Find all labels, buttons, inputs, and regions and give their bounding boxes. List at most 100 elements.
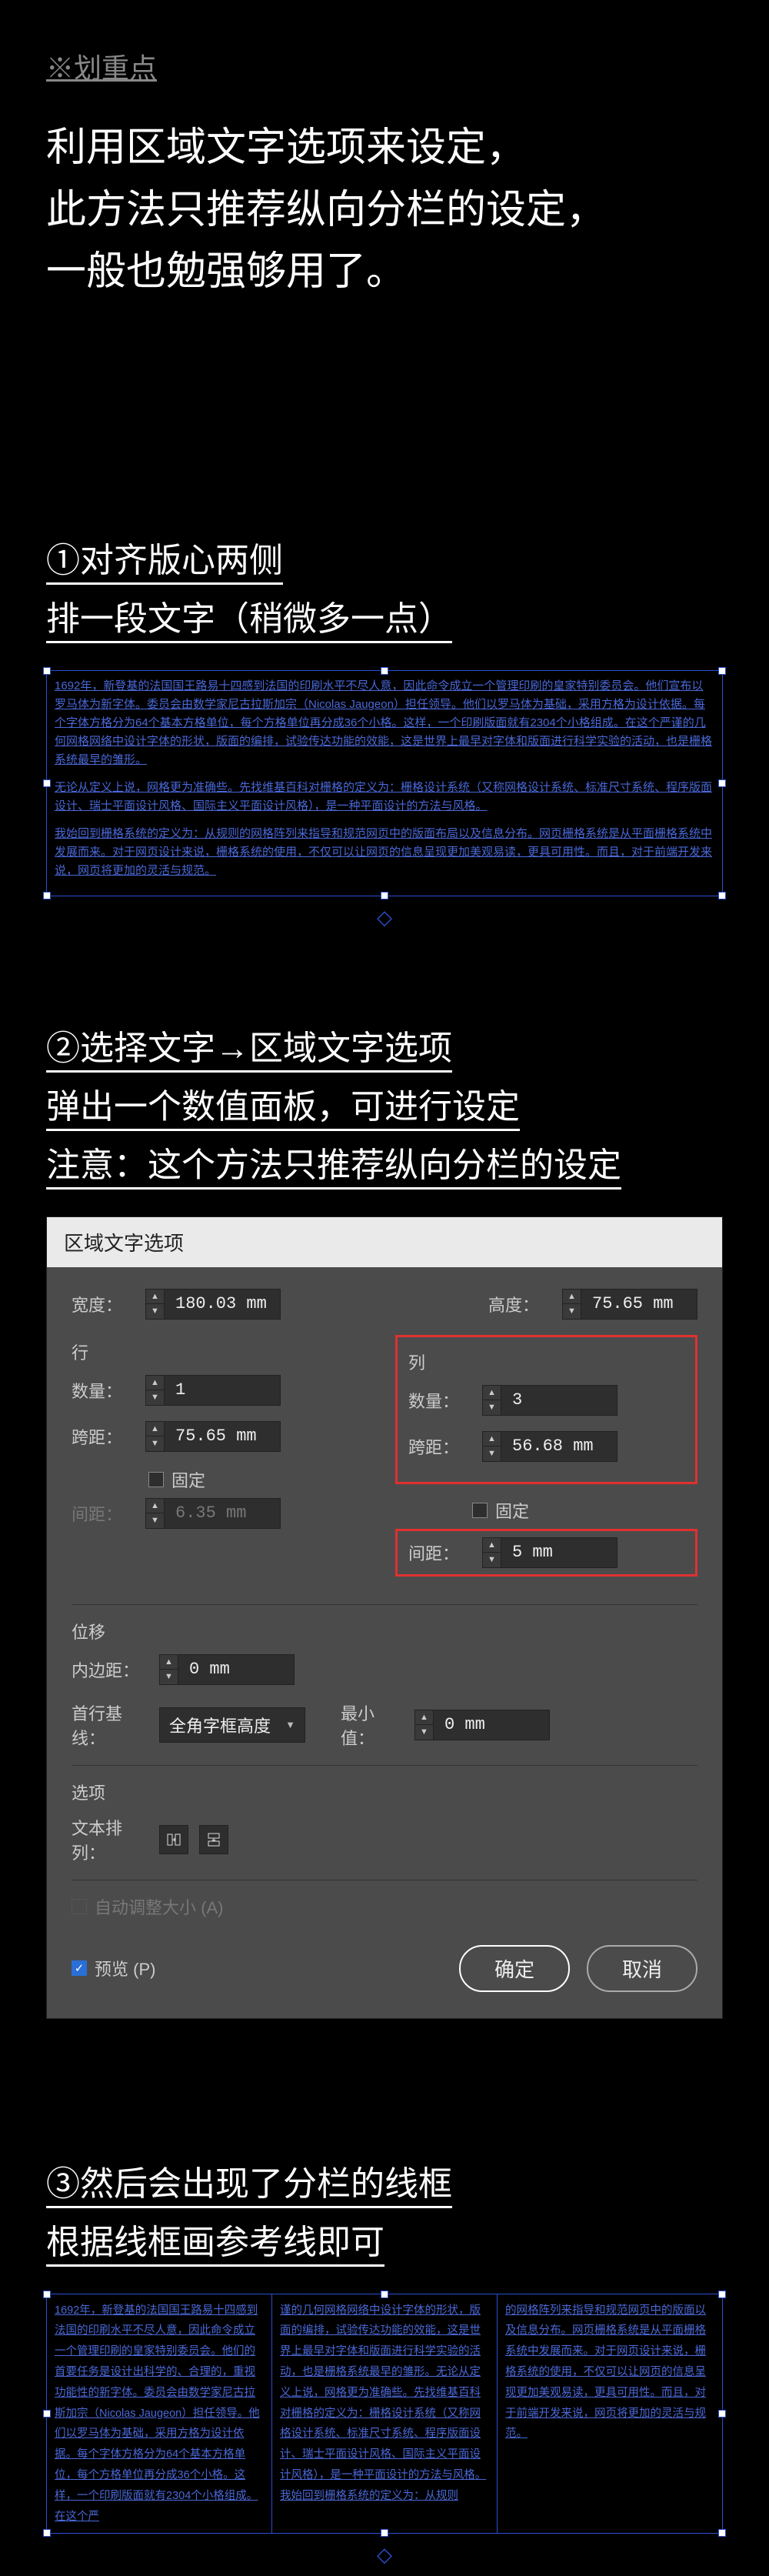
frame-handle[interactable] xyxy=(43,2291,51,2298)
width-stepper[interactable]: ▲▼ 180.03 mm xyxy=(145,1289,281,1320)
checkbox-checked-icon[interactable] xyxy=(72,1960,87,1976)
step-up-icon[interactable]: ▲ xyxy=(483,1432,501,1447)
frame-handle[interactable] xyxy=(718,779,726,787)
min-value[interactable]: 0 mm xyxy=(434,1710,549,1739)
step-up-icon[interactable]: ▲ xyxy=(483,1386,501,1401)
frame-handle[interactable] xyxy=(381,667,388,675)
step-up-icon[interactable]: ▲ xyxy=(160,1655,178,1670)
frame-handle[interactable] xyxy=(718,2410,726,2418)
frame-handle[interactable] xyxy=(43,2410,51,2418)
step-up-icon[interactable]: ▲ xyxy=(415,1710,433,1726)
height-stepper[interactable]: ▲▼ 75.65 mm xyxy=(562,1289,697,1320)
col-gap-label: 间距： xyxy=(408,1540,471,1565)
col-count-label: 数量： xyxy=(408,1388,471,1413)
fixed-label: 固定 xyxy=(171,1467,205,1492)
row-count-stepper[interactable]: ▲▼ 1 xyxy=(145,1375,281,1406)
row-span-label: 跨距： xyxy=(72,1424,135,1449)
frame-handle[interactable] xyxy=(43,667,51,675)
textflow-label: 文本排列： xyxy=(72,1815,148,1864)
step-down-icon[interactable]: ▼ xyxy=(415,1725,433,1740)
step-down-icon: ▼ xyxy=(146,1513,164,1528)
col-fixed-checkbox[interactable]: 固定 xyxy=(472,1498,697,1523)
min-label: 最小值： xyxy=(341,1700,404,1750)
step2-line1: ②选择文字→区域文字选项 xyxy=(46,1029,452,1073)
step-down-icon[interactable]: ▼ xyxy=(146,1390,164,1405)
step-up-icon: ▲ xyxy=(146,1499,164,1514)
col-span-label: 跨距： xyxy=(408,1434,471,1459)
frame-handle[interactable] xyxy=(43,2529,51,2537)
frame-handle[interactable] xyxy=(43,779,51,787)
textflow-vertical-icon xyxy=(206,1832,221,1847)
header-line3: 一般也勉强够用了。 xyxy=(46,241,723,303)
header-line2: 此方法只推荐纵向分栏的设定， xyxy=(46,179,723,242)
baseline-select[interactable]: 全角字框高度 ▼ xyxy=(159,1707,305,1743)
step-up-icon[interactable]: ▲ xyxy=(146,1376,164,1391)
row-fixed-checkbox[interactable]: 固定 xyxy=(148,1467,374,1492)
ok-button[interactable]: 确定 xyxy=(459,1945,570,1992)
frame-handle[interactable] xyxy=(381,2529,388,2537)
row-span-stepper[interactable]: ▲▼ 75.65 mm xyxy=(145,1421,281,1452)
inset-value[interactable]: 0 mm xyxy=(178,1655,294,1683)
col-gap-value[interactable]: 5 mm xyxy=(501,1538,617,1567)
step2-line3: 注意：这个方法只推荐纵向分栏的设定 xyxy=(46,1146,621,1190)
sample-paragraph: 1692年，新登基的法国国王路易十四感到法国的印刷水平不尽人意，因此命令成立一个… xyxy=(55,677,714,769)
step-up-icon[interactable]: ▲ xyxy=(563,1290,581,1305)
dialog-titlebar[interactable]: 区域文字选项 xyxy=(47,1217,722,1267)
step-down-icon[interactable]: ▼ xyxy=(160,1670,178,1684)
inset-stepper[interactable]: ▲▼ 0 mm xyxy=(159,1654,295,1685)
preview-label: 预览 (P) xyxy=(95,1956,155,1980)
autosize-label: 自动调整大小 (A) xyxy=(95,1894,223,1919)
sample-paragraph: 我始回到栅格系统的定义为：从规则的网格阵列来指导和规范网页中的版面布局以及信息分… xyxy=(55,825,714,880)
page: ※划重点 利用区域文字选项来设定， 此方法只推荐纵向分栏的设定， 一般也勉强够用… xyxy=(0,0,769,2567)
text-frame-three-columns[interactable]: 1692年，新登基的法国国王路易十四感到法国的印刷水平不尽人意，因此命令成立一个… xyxy=(46,2294,723,2534)
row-gap-value: 6.35 mm xyxy=(165,1499,280,1527)
col-span-stepper[interactable]: ▲▼ 56.68 mm xyxy=(482,1431,618,1462)
height-value[interactable]: 75.65 mm xyxy=(581,1290,697,1318)
step-down-icon[interactable]: ▼ xyxy=(563,1304,581,1319)
cols-section-label: 列 xyxy=(408,1350,684,1374)
width-value[interactable]: 180.03 mm xyxy=(165,1290,280,1318)
frame-handle[interactable] xyxy=(381,2291,388,2298)
frame-handle[interactable] xyxy=(718,667,726,675)
step-down-icon[interactable]: ▼ xyxy=(483,1553,501,1567)
checkbox-icon[interactable] xyxy=(72,1899,87,1914)
textflow-horizontal-button[interactable] xyxy=(159,1825,188,1854)
step-down-icon[interactable]: ▼ xyxy=(483,1400,501,1415)
baseline-value: 全角字框高度 xyxy=(169,1713,271,1737)
checkbox-icon[interactable] xyxy=(148,1472,164,1487)
frame-handle[interactable] xyxy=(381,892,388,899)
frame-handle[interactable] xyxy=(718,2529,726,2537)
row-span-value[interactable]: 75.65 mm xyxy=(165,1422,280,1450)
cancel-button[interactable]: 取消 xyxy=(587,1945,697,1992)
text-frame-single[interactable]: 1692年，新登基的法国国王路易十四感到法国的印刷水平不尽人意，因此命令成立一个… xyxy=(46,670,723,896)
frame-handle[interactable] xyxy=(718,892,726,899)
step-down-icon[interactable]: ▼ xyxy=(483,1446,501,1461)
textflow-vertical-button[interactable] xyxy=(199,1825,228,1854)
header-description: 利用区域文字选项来设定， 此方法只推荐纵向分栏的设定， 一般也勉强够用了。 xyxy=(46,117,723,303)
step-up-icon[interactable]: ▲ xyxy=(146,1422,164,1437)
spacer xyxy=(0,929,769,1022)
preview-checkbox[interactable]: 预览 (P) xyxy=(72,1956,155,1980)
row-count-label: 数量： xyxy=(72,1378,135,1403)
col-count-value[interactable]: 3 xyxy=(501,1386,617,1414)
divider xyxy=(72,1604,697,1605)
col-count-stepper[interactable]: ▲▼ 3 xyxy=(482,1385,618,1416)
step-up-icon[interactable]: ▲ xyxy=(146,1290,164,1305)
step-down-icon[interactable]: ▼ xyxy=(146,1436,164,1451)
autosize-checkbox[interactable]: 自动调整大小 (A) xyxy=(72,1894,697,1919)
col-span-value[interactable]: 56.68 mm xyxy=(501,1432,617,1460)
frame-handle[interactable] xyxy=(718,2291,726,2298)
checkbox-icon[interactable] xyxy=(472,1503,488,1518)
step-down-icon[interactable]: ▼ xyxy=(146,1304,164,1319)
width-label: 宽度： xyxy=(72,1292,135,1316)
offset-section-label: 位移 xyxy=(72,1619,697,1643)
columns-highlight-box: 列 数量： ▲▼ 3 跨距： ▲▼ 56.68 xyxy=(395,1335,697,1484)
sample-paragraph: 无论从定义上说，网格更为准确些。先找维基百科对栅格的定义为：栅格设计系统（又称网… xyxy=(55,779,714,816)
frame-handle[interactable] xyxy=(43,892,51,899)
area-type-options-dialog: 区域文字选项 宽度： ▲▼ 180.03 mm 高度： ▲▼ 75.65 mm xyxy=(46,1216,723,2019)
row-count-value[interactable]: 1 xyxy=(165,1376,280,1404)
step-up-icon[interactable]: ▲ xyxy=(483,1538,501,1553)
col-gap-stepper[interactable]: ▲▼ 5 mm xyxy=(482,1537,618,1568)
step3-line2: 根据线框画参考线即可 xyxy=(46,2224,384,2267)
min-stepper[interactable]: ▲▼ 0 mm xyxy=(414,1710,550,1740)
